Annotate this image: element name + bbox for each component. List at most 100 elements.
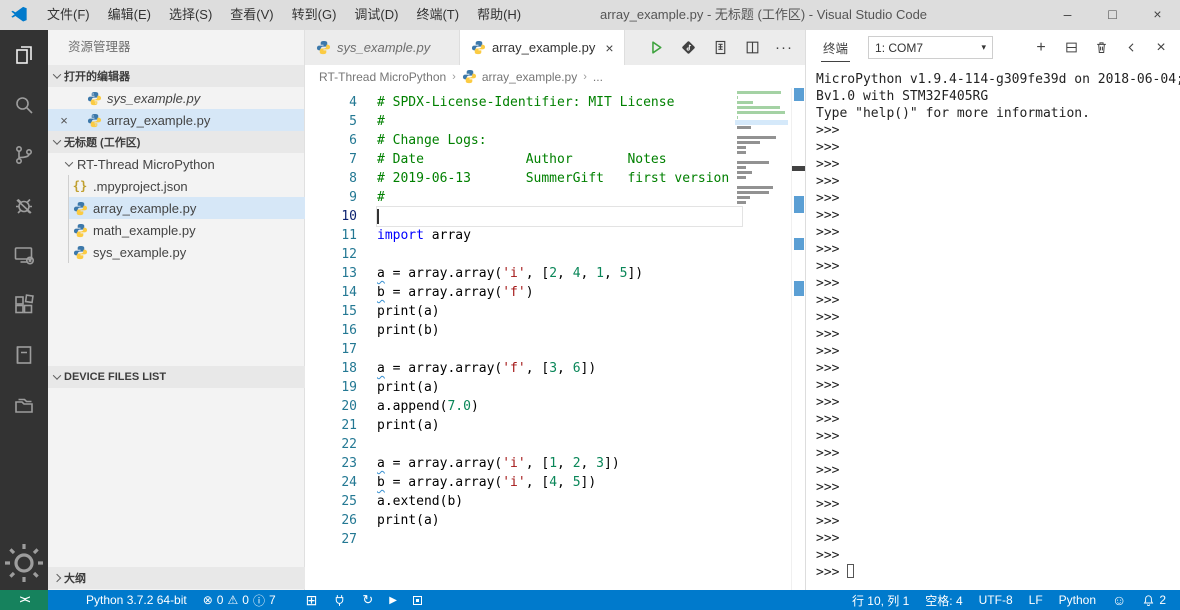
code-line[interactable]: 11 import array: [305, 226, 805, 245]
language-mode-status[interactable]: Python: [1051, 590, 1104, 610]
tree-file-array-example[interactable]: array_example.py: [69, 197, 305, 219]
code-line[interactable]: 23 a = array.array('i', [1, 2, 3]): [305, 454, 805, 473]
breadcrumb[interactable]: RT-Thread MicroPython › array_example.py…: [305, 65, 805, 88]
run-file-icon[interactable]: ▶: [381, 590, 405, 610]
source-control-icon[interactable]: [0, 130, 48, 180]
explorer-icon[interactable]: [0, 30, 48, 80]
search-icon[interactable]: [0, 80, 48, 130]
code-line[interactable]: 21 print(a): [305, 416, 805, 435]
code-line[interactable]: 27: [305, 530, 805, 549]
stop-icon[interactable]: [405, 590, 430, 610]
activity-bar: [0, 30, 48, 590]
menu-view[interactable]: 查看(V): [221, 0, 282, 30]
tree-file-sys-example[interactable]: sys_example.py: [69, 241, 304, 263]
tree-file-mpyproject[interactable]: {} .mpyproject.json: [69, 175, 304, 197]
encoding-status[interactable]: UTF-8: [971, 590, 1021, 610]
split-editor-icon[interactable]: [743, 39, 761, 57]
close-panel-icon[interactable]: ×: [1152, 39, 1170, 57]
sidebar-title: 资源管理器: [68, 40, 131, 54]
code-line[interactable]: 20 a.append(7.0): [305, 397, 805, 416]
usb-plug-icon[interactable]: [325, 590, 354, 610]
open-editor-sys-example[interactable]: × sys_example.py: [48, 87, 304, 109]
sync-icon[interactable]: ↻: [354, 590, 381, 610]
line-number: 27: [341, 532, 357, 547]
code-line[interactable]: 25 a.extend(b): [305, 492, 805, 511]
error-icon: ⊗: [202, 593, 213, 607]
tab-array-example[interactable]: array_example.py ×: [460, 30, 625, 65]
settings-gear-icon[interactable]: [0, 536, 48, 590]
menu-edit[interactable]: 编辑(E): [99, 0, 160, 30]
menu-goto[interactable]: 转到(G): [283, 0, 346, 30]
code-line[interactable]: 14 b = array.array('f'): [305, 283, 805, 302]
close-icon[interactable]: ×: [56, 113, 72, 128]
code-line[interactable]: 18 a = array.array('f', [3, 6]): [305, 359, 805, 378]
kill-terminal-icon[interactable]: [1092, 39, 1110, 57]
run-icon[interactable]: [647, 39, 665, 57]
device-folder-icon[interactable]: [0, 380, 48, 430]
close-icon[interactable]: ×: [605, 40, 613, 56]
more-actions-icon[interactable]: ···: [775, 40, 793, 55]
open-file-icon[interactable]: [711, 39, 729, 57]
cursor-position-status[interactable]: 行 10, 列 1: [844, 590, 917, 610]
code-line[interactable]: 5 #: [305, 112, 805, 131]
maximize-button[interactable]: □: [1090, 0, 1135, 30]
breadcrumb-file[interactable]: array_example.py: [482, 70, 577, 84]
terminal-tab[interactable]: 终端: [821, 34, 851, 62]
code-line[interactable]: 15 print(a): [305, 302, 805, 321]
split-terminal-icon[interactable]: [1062, 39, 1080, 57]
outline-header[interactable]: 大纲: [48, 567, 305, 589]
new-terminal-icon[interactable]: +: [1032, 39, 1050, 57]
line-number: 21: [341, 418, 357, 433]
debug-icon[interactable]: [0, 180, 48, 230]
overview-ruler[interactable]: [791, 88, 805, 590]
eol-status[interactable]: LF: [1021, 590, 1051, 610]
terminal-prompt-line: >>>: [816, 174, 848, 189]
breadcrumb-symbol[interactable]: ...: [593, 70, 603, 84]
board-icon[interactable]: ⊞: [298, 590, 326, 610]
previous-terminal-icon[interactable]: [1122, 39, 1140, 57]
code-line[interactable]: 7 # Date Author Notes: [305, 150, 805, 169]
notifications-bell[interactable]: 2: [1134, 590, 1180, 610]
code-line[interactable]: 17: [305, 340, 805, 359]
code-line[interactable]: 22: [305, 435, 805, 454]
workspace-header[interactable]: 无标题 (工作区): [48, 131, 304, 153]
menu-help[interactable]: 帮助(H): [468, 0, 530, 30]
code-line[interactable]: 10: [305, 206, 805, 227]
tree-file-math-example[interactable]: math_example.py: [69, 219, 304, 241]
feedback-smiley-icon[interactable]: ☺: [1104, 590, 1134, 610]
code-editor[interactable]: 4 # SPDX-License-Identifier: MIT License 5…: [305, 88, 805, 590]
notebook-icon[interactable]: [0, 330, 48, 380]
tab-sys-example[interactable]: sys_example.py: [305, 30, 460, 65]
code-line[interactable]: 26 print(a): [305, 511, 805, 530]
device-files-list-header[interactable]: DEVICE FILES LIST: [48, 366, 305, 388]
code-line[interactable]: 12: [305, 245, 805, 264]
breadcrumb-folder[interactable]: RT-Thread MicroPython: [319, 70, 446, 84]
minimize-button[interactable]: –: [1045, 0, 1090, 30]
remote-indicator[interactable]: ><: [0, 590, 48, 610]
rt-thread-download-icon[interactable]: [679, 39, 697, 57]
terminal-selector-dropdown[interactable]: 1: COM7 ▾: [868, 36, 994, 59]
code-line[interactable]: 16 print(b): [305, 321, 805, 340]
code-line[interactable]: 6 # Change Logs:: [305, 131, 805, 150]
menu-file[interactable]: 文件(F): [38, 0, 99, 30]
code-line[interactable]: 4 # SPDX-License-Identifier: MIT License: [305, 93, 805, 112]
indentation-status[interactable]: 空格: 4: [917, 590, 970, 610]
problems-status[interactable]: ⊗ 0 ⚠ 0 ⓘ 7: [195, 590, 284, 610]
tree-folder-rtthread[interactable]: RT-Thread MicroPython: [48, 153, 304, 175]
minimap[interactable]: [735, 90, 788, 250]
python-interpreter-status[interactable]: Python 3.7.2 64-bit: [78, 590, 195, 610]
close-window-button[interactable]: ×: [1135, 0, 1180, 30]
code-line[interactable]: 13 a = array.array('i', [2, 4, 1, 5]): [305, 264, 805, 283]
terminal-output[interactable]: MicroPython v1.9.4-114-g309fe39d on 2018…: [806, 65, 1180, 590]
menu-terminal[interactable]: 终端(T): [407, 0, 468, 30]
remote-device-icon[interactable]: [0, 230, 48, 280]
menu-selection[interactable]: 选择(S): [160, 0, 221, 30]
code-line[interactable]: 9 #: [305, 188, 805, 207]
extensions-icon[interactable]: [0, 280, 48, 330]
code-line[interactable]: 24 b = array.array('i', [4, 5]): [305, 473, 805, 492]
open-editors-header[interactable]: 打开的编辑器: [48, 65, 304, 87]
code-line[interactable]: 19 print(a): [305, 378, 805, 397]
open-editor-array-example[interactable]: × array_example.py: [48, 109, 304, 131]
menu-debug[interactable]: 调试(D): [345, 0, 407, 30]
code-line[interactable]: 8 # 2019-06-13 SummerGift first version: [305, 169, 805, 188]
